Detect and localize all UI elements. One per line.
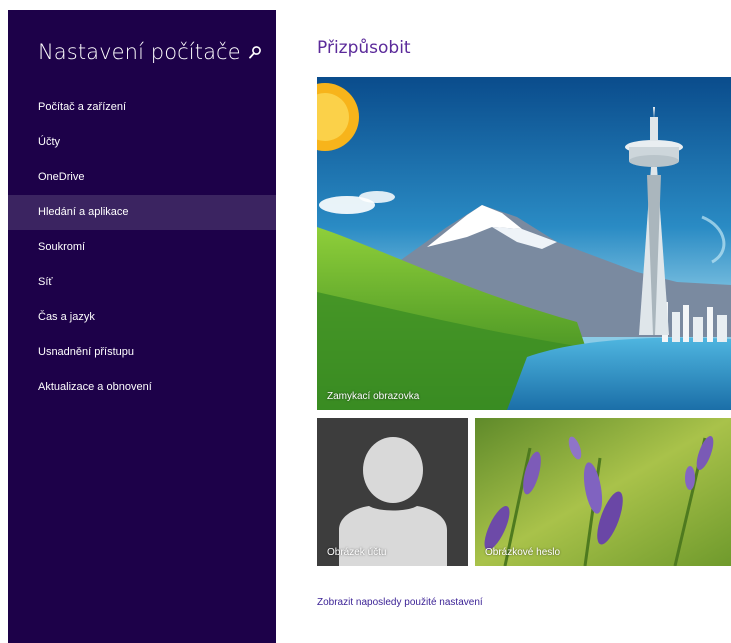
lavender-image (475, 418, 731, 566)
lock-screen-image (317, 77, 731, 410)
page-title: Přizpůsobit (317, 38, 411, 58)
search-icon[interactable] (246, 44, 264, 62)
recent-settings-link[interactable]: Zobrazit naposledy použité nastavení (317, 597, 483, 608)
account-picture-tile[interactable]: Obrázek účtu (317, 418, 468, 566)
sidebar-item-accounts[interactable]: Účty (8, 125, 276, 160)
sidebar-item-update-and-recovery[interactable]: Aktualizace a obnovení (8, 370, 276, 405)
sidebar-item-pc-and-devices[interactable]: Počítač a zařízení (8, 90, 276, 125)
account-picture-label: Obrázek účtu (327, 547, 387, 558)
sidebar-item-onedrive[interactable]: OneDrive (8, 160, 276, 195)
sidebar-item-ease-of-access[interactable]: Usnadnění přístupu (8, 335, 276, 370)
sidebar-title: Nastavení počítače (38, 40, 241, 64)
sidebar-item-search-and-apps[interactable]: Hledání a aplikace (8, 195, 276, 230)
sidebar-item-privacy[interactable]: Soukromí (8, 230, 276, 265)
lock-screen-label: Zamykací obrazovka (327, 391, 420, 402)
sidebar-item-network[interactable]: Síť (8, 265, 276, 300)
sidebar-nav: Počítač a zařízení Účty OneDrive Hledání… (8, 90, 276, 405)
picture-password-tile[interactable]: Obrázkové heslo (475, 418, 731, 566)
sidebar: Nastavení počítače Počítač a zařízení Úč… (8, 10, 276, 643)
picture-password-label: Obrázkové heslo (485, 547, 561, 558)
user-silhouette-icon (317, 418, 468, 566)
lock-screen-tile[interactable]: Zamykací obrazovka (317, 77, 731, 410)
sidebar-item-time-and-language[interactable]: Čas a jazyk (8, 300, 276, 335)
